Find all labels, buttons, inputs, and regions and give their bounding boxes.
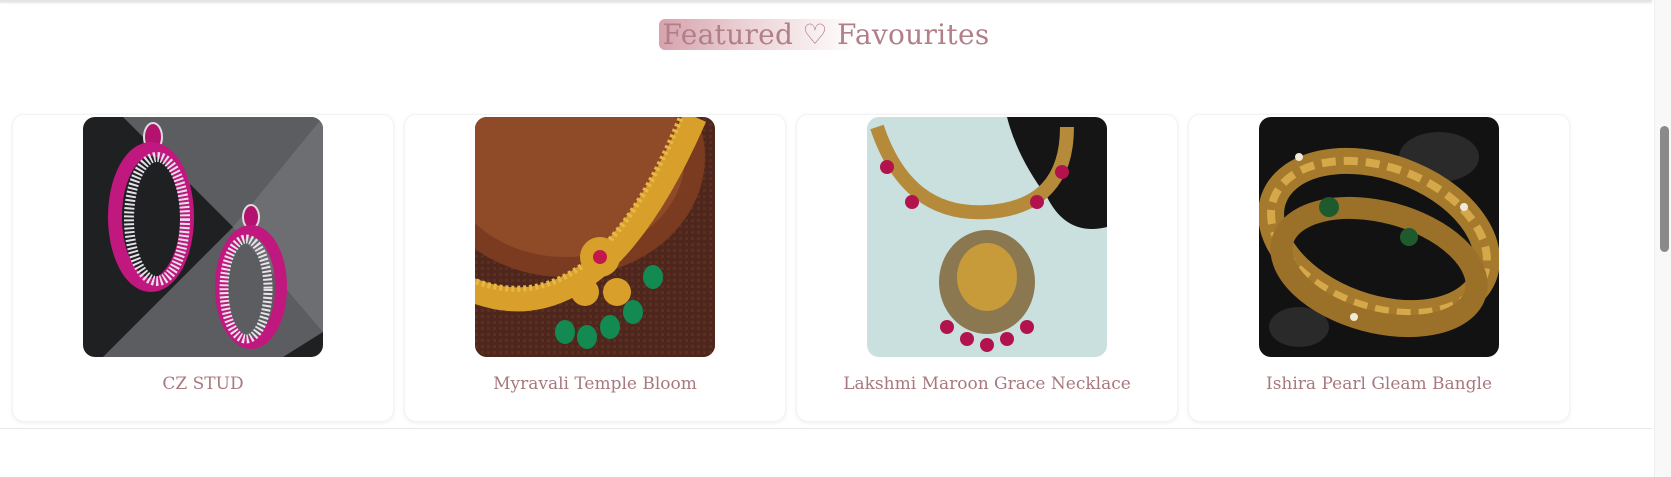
product-image-cz-stud[interactable] (83, 117, 323, 357)
product-card[interactable]: Ishira Pearl Gleam Bangle (1188, 114, 1570, 422)
scrollbar-thumb[interactable] (1660, 126, 1669, 252)
product-image-myravali-temple-bloom[interactable] (475, 117, 715, 357)
product-card[interactable]: CZ STUD (12, 114, 394, 422)
product-card[interactable]: Myravali Temple Bloom (404, 114, 786, 422)
header-edge (0, 0, 1652, 2)
product-name[interactable]: Myravali Temple Bloom (405, 374, 785, 394)
product-name[interactable]: Lakshmi Maroon Grace Necklace (797, 374, 1177, 394)
product-image-ishira-pearl-gleam-bangle[interactable] (1259, 117, 1499, 357)
scrollbar-track[interactable] (1654, 0, 1671, 477)
section-title: Featured ♡ Favourites (658, 16, 994, 53)
section-divider (0, 428, 1652, 429)
section-header: Featured ♡ Favourites (0, 16, 1652, 53)
product-carousel: CZ STUD Myravali Temple Bloom Lakshmi Ma… (12, 114, 1652, 422)
product-card[interactable]: Lakshmi Maroon Grace Necklace (796, 114, 1178, 422)
product-name[interactable]: CZ STUD (13, 374, 393, 394)
product-name[interactable]: Ishira Pearl Gleam Bangle (1189, 374, 1569, 394)
product-image-lakshmi-maroon-grace-necklace[interactable] (867, 117, 1107, 357)
